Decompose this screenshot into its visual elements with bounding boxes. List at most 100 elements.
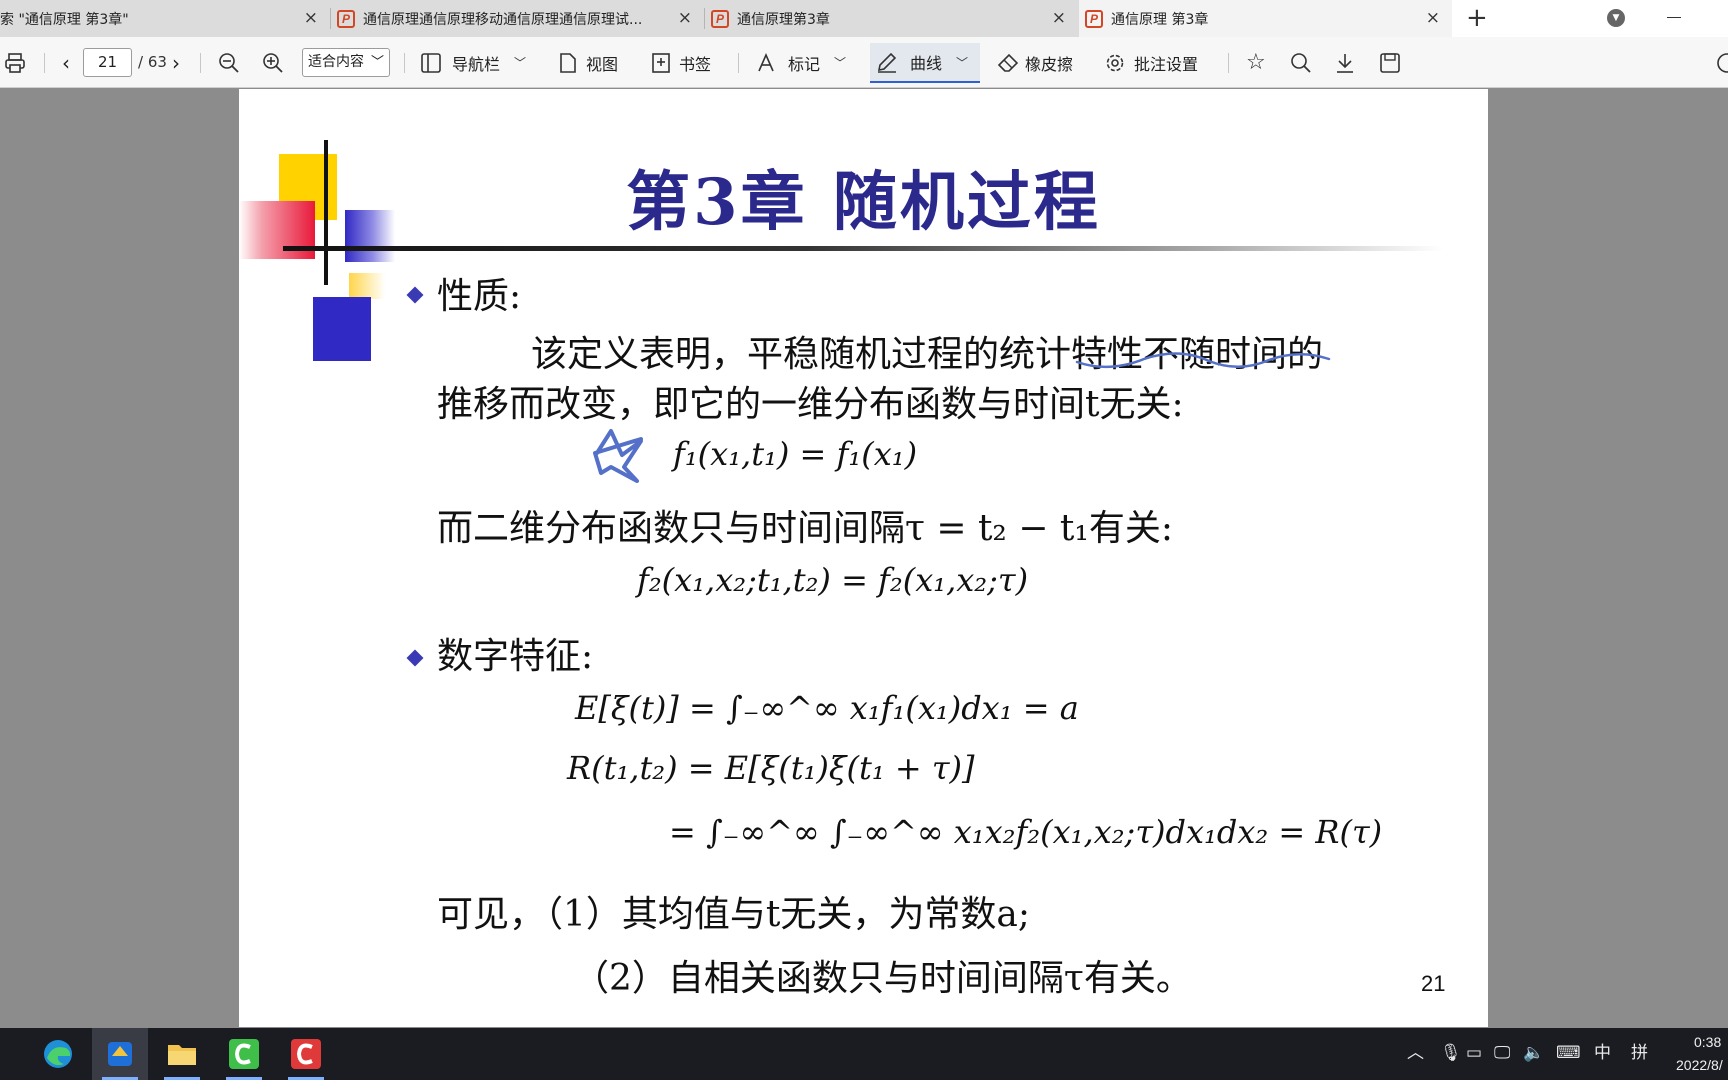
tab-bar: 索 "通信原理 第3章" × P 通信原理通信原理移动通信原理通信原理试... …: [0, 0, 1728, 37]
toolbar-divider: [44, 53, 45, 73]
microphone-icon[interactable]: 🎙: [1440, 1043, 1462, 1063]
taskbar-pdf-reader[interactable]: [92, 1028, 148, 1080]
zoom-out-icon: [219, 52, 239, 73]
annotation-settings-button[interactable]: 批注设置: [1104, 37, 1198, 88]
clock-date[interactable]: 2022/8/: [1676, 1057, 1723, 1073]
document-icon: [560, 52, 576, 73]
chevron-up-icon[interactable]: ︿: [1407, 1043, 1424, 1063]
save-icon: [1380, 52, 1400, 73]
close-icon[interactable]: ×: [304, 9, 318, 27]
eraser-label: 橡皮擦: [1025, 54, 1074, 74]
toolbar-divider: [738, 53, 739, 73]
ppt-file-icon: P: [1085, 9, 1103, 28]
eraser-icon: [997, 53, 1019, 72]
toolbar-divider: [404, 53, 405, 73]
volume-icon[interactable]: 🔈: [1523, 1043, 1544, 1063]
download-icon: [1337, 53, 1353, 73]
zoom-in-button[interactable]: [262, 37, 284, 88]
star-icon[interactable]: ☆: [1246, 37, 1266, 88]
slide-number: 21: [1421, 971, 1446, 996]
page-number-input[interactable]: 21: [83, 48, 132, 77]
search-icon: [1291, 52, 1311, 73]
conclusion-line: 可见，（1）其均值与t无关，为常数a;: [437, 894, 1030, 935]
equation-2d-distribution: f₂(x₁,x₂;t₁,t₂) = f₂(x₁,x₂;τ): [637, 561, 1029, 599]
print-icon: [5, 52, 25, 73]
keyboard-icon[interactable]: ⌨: [1556, 1043, 1581, 1063]
ink-star-icon: [593, 429, 643, 483]
close-icon[interactable]: ×: [1052, 9, 1066, 27]
paragraph-line: 而二维分布函数只与时间间隔τ = t₂ − t₁有关:: [437, 508, 1173, 549]
taskbar: ︿ 🎙 ▭ 🖵 🔈 ⌨ 中 拼 0:38 2022/8/: [0, 1028, 1728, 1080]
equation-autocorrelation-integral: = ∫₋∞^∞ ∫₋∞^∞ x₁x₂f₂(x₁,x₂;τ)dx₁dx₂ = R(…: [669, 813, 1383, 851]
slide-page: 第3章 随机过程 性质: 该定义表明，平稳随机过程的统计特性不随时间的 推移而改…: [239, 89, 1488, 1027]
chevron-down-icon[interactable]: ﹀: [956, 54, 968, 71]
toolbar-divider: [1228, 53, 1229, 73]
conclusion-line: （2）自相关函数只与时间间隔τ有关。: [573, 958, 1192, 999]
tab-search[interactable]: 索 "通信原理 第3章" ×: [0, 0, 330, 37]
zoom-select[interactable]: 适合内容 ﹀: [302, 48, 390, 77]
taskbar-green-app[interactable]: [216, 1028, 272, 1080]
pdf-reader-icon: [108, 1042, 132, 1066]
nav-panel-button[interactable]: 导航栏 ﹀: [420, 37, 526, 88]
view-label: 视图: [586, 54, 619, 74]
toolbar-divider: [200, 53, 201, 73]
tab-doc-collection[interactable]: P 通信原理通信原理移动通信原理通信原理试... ×: [331, 0, 704, 37]
highlight-mark-icon: [758, 52, 774, 71]
mark-label: 标记: [788, 54, 821, 74]
tab-chapter3[interactable]: P 通信原理第3章 ×: [705, 0, 1078, 37]
view-button[interactable]: 视图: [558, 37, 618, 88]
folder-icon: [168, 1045, 196, 1065]
tab-title: 通信原理第3章: [737, 11, 830, 28]
close-icon[interactable]: ×: [678, 9, 692, 27]
clock-time[interactable]: 0:38: [1694, 1034, 1721, 1050]
bookmark-label: 书签: [679, 54, 712, 74]
menu-chevron-icon[interactable]: ▼: [1607, 9, 1625, 27]
close-icon[interactable]: ×: [1426, 9, 1440, 27]
bookmark-add-icon: [652, 52, 670, 73]
equation-autocorrelation: R(t₁,t₂) = E[ξ(t₁)ξ(t₁ + τ)]: [567, 749, 975, 787]
tab-chapter3-active[interactable]: P 通信原理 第3章 ×: [1079, 0, 1452, 37]
next-page-icon[interactable]: ›: [172, 37, 180, 88]
curve-tool-button[interactable]: 曲线 ﹀: [870, 43, 980, 83]
taskbar-edge-browser[interactable]: [30, 1028, 86, 1080]
equation-mean: E[ξ(t)] = ∫₋∞^∞ x₁f₁(x₁)dx₁ = a: [575, 689, 1079, 727]
prev-page-icon[interactable]: ‹: [62, 37, 70, 88]
ime-mode[interactable]: 拼: [1631, 1043, 1648, 1063]
minimize-icon[interactable]: [1667, 17, 1681, 18]
zoom-in-icon: [263, 52, 283, 73]
taskbar-red-app[interactable]: [278, 1028, 334, 1080]
section-heading-numerical: 数字特征:: [437, 636, 594, 677]
equation-1d-distribution: f₁(x₁,t₁) = f₁(x₁): [673, 435, 918, 473]
page-total: / 63: [138, 53, 167, 71]
bookmark-button[interactable]: 书签: [651, 37, 711, 88]
print-button[interactable]: [4, 37, 26, 88]
chevron-down-icon: ﹀: [370, 55, 384, 70]
zoom-out-button[interactable]: [218, 37, 240, 88]
eraser-button[interactable]: 橡皮擦: [997, 37, 1073, 88]
toolbar: ‹ 21 / 63 › 适合内容 ﹀ 导航栏 ﹀ 视图 书签 标记 ﹀ 曲线 ﹀…: [0, 37, 1728, 88]
ppt-file-icon: P: [711, 9, 729, 28]
account-icon[interactable]: [1716, 37, 1728, 88]
battery-icon[interactable]: ▭: [1466, 1043, 1482, 1063]
ink-underline: [1075, 352, 1331, 369]
search-button[interactable]: [1290, 37, 1312, 88]
download-button[interactable]: [1334, 37, 1356, 88]
ppt-file-icon: P: [337, 9, 355, 28]
green-c-app-icon: [229, 1039, 259, 1069]
mark-button[interactable]: 标记 ﹀: [756, 37, 846, 88]
new-tab-plus-icon[interactable]: +: [1466, 4, 1488, 32]
ime-language[interactable]: 中: [1594, 1043, 1611, 1063]
network-icon[interactable]: 🖵: [1494, 1043, 1510, 1063]
chevron-down-icon[interactable]: ﹀: [834, 54, 846, 71]
chevron-down-icon[interactable]: ﹀: [514, 54, 526, 71]
taskbar-file-explorer[interactable]: [154, 1028, 210, 1080]
tab-title: 通信原理通信原理移动通信原理通信原理试...: [363, 11, 643, 28]
tab-title: 通信原理 第3章: [1111, 11, 1209, 28]
tab-title: 索 "通信原理 第3章": [0, 11, 129, 28]
gear-icon: [1106, 54, 1124, 71]
pencil-icon: [877, 52, 897, 73]
save-button[interactable]: [1379, 37, 1401, 88]
red-c-app-icon: [291, 1039, 321, 1069]
zoom-value: 适合内容: [308, 54, 364, 70]
curve-label: 曲线: [910, 54, 943, 73]
